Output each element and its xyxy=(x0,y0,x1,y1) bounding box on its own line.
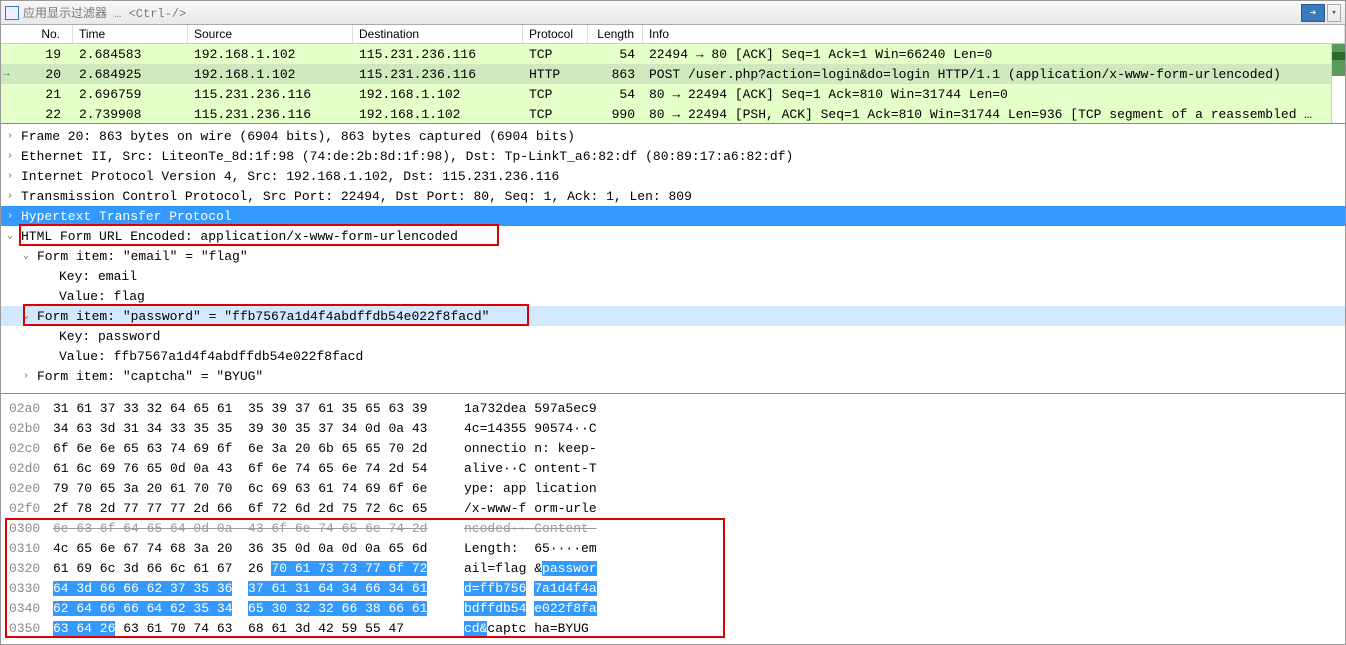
tree-email-key-label: Key: email xyxy=(59,269,137,284)
bookmark-icon[interactable] xyxy=(5,6,19,20)
tree-form-password[interactable]: ⌄Form item: "password" = "ffb7567a1d4f4a… xyxy=(1,306,1345,326)
col-header-length[interactable]: Length xyxy=(588,25,643,43)
tree-ip-label: Internet Protocol Version 4, Src: 192.16… xyxy=(21,169,559,184)
tree-pass-value-label: Value: ffb7567a1d4f4abdffdb54e022f8facd xyxy=(59,349,363,364)
chevron-right-icon[interactable]: › xyxy=(7,211,21,222)
tree-form-captcha[interactable]: ›Form item: "captcha" = "BYUG" xyxy=(1,366,1345,386)
hex-row[interactable]: 03006e 63 6f 64 65 64 0d 0a 43 6f 6e 74 … xyxy=(1,518,1345,538)
chevron-right-icon[interactable]: › xyxy=(7,131,21,142)
hex-row[interactable]: 03104c 65 6e 67 74 68 3a 20 36 35 0d 0a … xyxy=(1,538,1345,558)
filter-dropdown-icon[interactable]: ▾ xyxy=(1327,4,1341,22)
col-header-no[interactable]: No. xyxy=(1,25,73,43)
chevron-right-icon[interactable]: › xyxy=(7,191,21,202)
tree-email-key[interactable]: Key: email xyxy=(1,266,1345,286)
tree-email-value[interactable]: Value: flag xyxy=(1,286,1345,306)
chevron-right-icon[interactable]: › xyxy=(7,171,21,182)
tree-password-key[interactable]: Key: password xyxy=(1,326,1345,346)
chevron-right-icon[interactable]: › xyxy=(7,151,21,162)
tree-email-value-label: Value: flag xyxy=(59,289,145,304)
tree-form-email[interactable]: ⌄Form item: "email" = "flag" xyxy=(1,246,1345,266)
packet-row[interactable]: 212.696759115.231.236.116192.168.1.102TC… xyxy=(1,84,1345,104)
hex-row[interactable]: 02e079 70 65 3a 20 61 70 70 6c 69 63 61 … xyxy=(1,478,1345,498)
col-header-info[interactable]: Info xyxy=(643,25,1345,43)
apply-filter-button[interactable]: ➔ xyxy=(1301,4,1325,22)
packet-details-pane[interactable]: ›Frame 20: 863 bytes on wire (6904 bits)… xyxy=(1,124,1345,394)
tree-captcha-label: Form item: "captcha" = "BYUG" xyxy=(37,369,263,384)
hex-row[interactable]: 02c06f 6e 6e 65 63 74 69 6f 6e 3a 20 6b … xyxy=(1,438,1345,458)
col-header-source[interactable]: Source xyxy=(188,25,353,43)
packet-row[interactable]: 202.684925192.168.1.102115.231.236.116HT… xyxy=(1,64,1345,84)
hex-row[interactable]: 02d061 6c 69 76 65 0d 0a 43 6f 6e 74 65 … xyxy=(1,458,1345,478)
hex-row[interactable]: 033064 3d 66 66 62 37 35 36 37 61 31 64 … xyxy=(1,578,1345,598)
packet-list-minimap[interactable] xyxy=(1331,44,1345,123)
filter-input-placeholder[interactable]: 应用显示过滤器 … <Ctrl-/> xyxy=(23,4,1301,21)
packet-list-pane[interactable]: No. Time Source Destination Protocol Len… xyxy=(1,25,1345,124)
packet-bytes-pane[interactable]: 02a031 61 37 33 32 64 65 61 35 39 37 61 … xyxy=(1,394,1345,644)
tree-frame-label: Frame 20: 863 bytes on wire (6904 bits),… xyxy=(21,129,575,144)
col-header-destination[interactable]: Destination xyxy=(353,25,523,43)
tree-email-label: Form item: "email" = "flag" xyxy=(37,249,248,264)
hex-row[interactable]: 034062 64 66 66 64 62 35 34 65 30 32 32 … xyxy=(1,598,1345,618)
tree-frame[interactable]: ›Frame 20: 863 bytes on wire (6904 bits)… xyxy=(1,126,1345,146)
hex-row[interactable]: 035063 64 26 63 61 70 74 63 68 61 3d 42 … xyxy=(1,618,1345,638)
hex-row[interactable]: 02a031 61 37 33 32 64 65 61 35 39 37 61 … xyxy=(1,398,1345,418)
chevron-right-icon[interactable]: › xyxy=(23,371,37,382)
chevron-down-icon[interactable]: ⌄ xyxy=(23,310,37,322)
tree-password-value[interactable]: Value: ffb7567a1d4f4abdffdb54e022f8facd xyxy=(1,346,1345,366)
tree-form-encoded[interactable]: ⌄HTML Form URL Encoded: application/x-ww… xyxy=(1,226,1345,246)
tree-tcp[interactable]: ›Transmission Control Protocol, Src Port… xyxy=(1,186,1345,206)
tree-http-label: Hypertext Transfer Protocol xyxy=(21,209,232,224)
hex-row[interactable]: 02f02f 78 2d 77 77 77 2d 66 6f 72 6d 2d … xyxy=(1,498,1345,518)
chevron-down-icon[interactable]: ⌄ xyxy=(23,250,37,262)
hex-row[interactable]: 02b034 63 3d 31 34 33 35 35 39 30 35 37 … xyxy=(1,418,1345,438)
tree-http[interactable]: ›Hypertext Transfer Protocol xyxy=(1,206,1345,226)
packet-row[interactable]: 222.739908115.231.236.116192.168.1.102TC… xyxy=(1,104,1345,124)
tree-pass-key-label: Key: password xyxy=(59,329,160,344)
packet-list-header: No. Time Source Destination Protocol Len… xyxy=(1,25,1345,44)
chevron-down-icon[interactable]: ⌄ xyxy=(7,230,21,242)
col-header-time[interactable]: Time xyxy=(73,25,188,43)
display-filter-bar[interactable]: 应用显示过滤器 … <Ctrl-/> ➔ ▾ xyxy=(1,1,1345,25)
tree-eth-label: Ethernet II, Src: LiteonTe_8d:1f:98 (74:… xyxy=(21,149,793,164)
tree-ethernet[interactable]: ›Ethernet II, Src: LiteonTe_8d:1f:98 (74… xyxy=(1,146,1345,166)
tree-form-label: HTML Form URL Encoded: application/x-www… xyxy=(21,229,458,244)
hex-row[interactable]: 032061 69 6c 3d 66 6c 61 67 26 70 61 73 … xyxy=(1,558,1345,578)
tree-ip[interactable]: ›Internet Protocol Version 4, Src: 192.1… xyxy=(1,166,1345,186)
tree-tcp-label: Transmission Control Protocol, Src Port:… xyxy=(21,189,692,204)
packet-row[interactable]: 192.684583192.168.1.102115.231.236.116TC… xyxy=(1,44,1345,64)
tree-pass-label: Form item: "password" = "ffb7567a1d4f4ab… xyxy=(37,309,489,324)
col-header-protocol[interactable]: Protocol xyxy=(523,25,588,43)
